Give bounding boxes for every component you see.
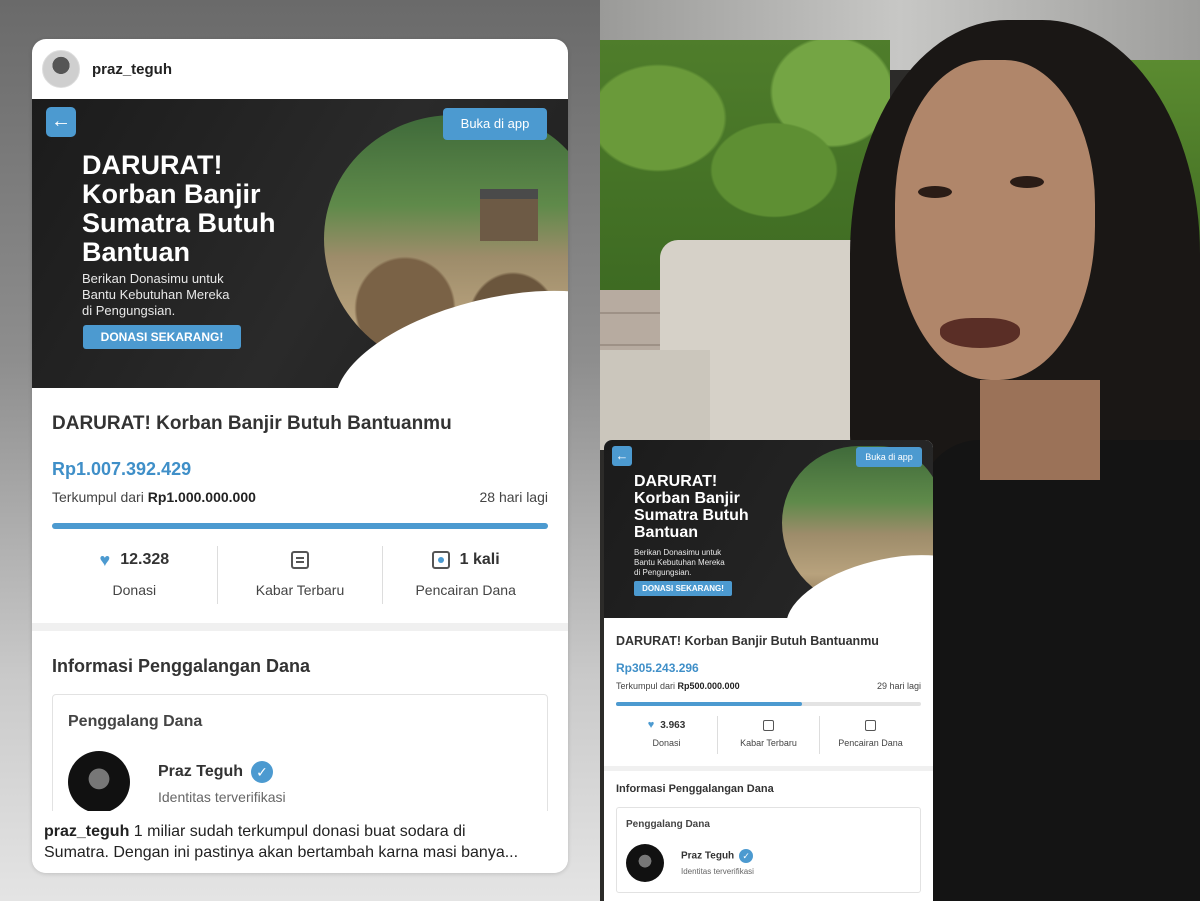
instagram-post-card: praz_teguh ← Buka di app DARURAT! Korban… [32, 39, 568, 873]
banner-subtitle: Berikan Donasimu untuk Bantu Kebutuhan M… [82, 271, 230, 318]
mini-organizer-status: Identitas terverifikasi [681, 867, 754, 876]
mini-raised-amount: Rp305.243.296 [616, 661, 699, 675]
mini-donate-now-button[interactable]: DONASI SEKARANG! [634, 581, 732, 596]
mini-verified-badge-icon: ✓ [739, 849, 754, 863]
mini-stat-withdrawals[interactable]: Pencairan Dana [820, 716, 921, 754]
section-divider [32, 623, 568, 631]
organizer-name-text: Praz Teguh [158, 763, 244, 781]
withdraw-count: 1 kali [459, 551, 500, 568]
target-amount: Terkumpul dari Rp1.000.000.000 [52, 489, 256, 505]
person-neck [980, 380, 1100, 480]
days-remaining: 28 hari lagi [479, 489, 549, 505]
heart-icon: ♥ [99, 549, 111, 570]
mini-open-in-app-button[interactable]: Buka di app [856, 447, 922, 467]
post-username[interactable]: praz_teguh [92, 61, 172, 78]
mini-stat-news[interactable]: Kabar Terbaru [718, 716, 820, 754]
campaign-banner: ← Buka di app DARURAT! Korban Banjir Sum… [32, 99, 568, 388]
mini-progress-fill [616, 702, 803, 706]
open-in-app-button[interactable]: Buka di app [443, 108, 547, 140]
withdraw-label: Pencairan Dana [415, 582, 516, 598]
target-prefix: Terkumpul dari [52, 489, 148, 505]
mini-organizer-avatar [626, 844, 664, 882]
target-value: Rp1.000.000.000 [147, 489, 256, 505]
mini-organizer-card[interactable]: Penggalang Dana Praz Teguh ✓ Identitas te… [616, 807, 921, 893]
mini-banner-headline: DARURAT! Korban Banjir Sumatra Butuh Ban… [634, 473, 749, 541]
raised-amount: Rp1.007.392.429 [52, 459, 192, 479]
verified-badge-icon: ✓ [251, 761, 274, 783]
mini-target-prefix: Terkumpul dari [616, 681, 678, 691]
mini-section-divider [604, 766, 933, 771]
banner-headline: DARURAT! Korban Banjir Sumatra Butuh Ban… [82, 150, 276, 267]
person-left-eye [918, 186, 952, 198]
organizer-name: Praz Teguh ✓ [158, 761, 274, 783]
organizer-status: Identitas terverifikasi [158, 789, 286, 805]
mini-back-arrow-icon[interactable]: ← [612, 446, 632, 466]
damaged-house-image [480, 189, 538, 241]
overlay-campaign-screenshot: ← Buka di app DARURAT! Korban Banjir Sum… [604, 440, 933, 901]
person-shirt [920, 440, 1200, 901]
donations-label: Donasi [112, 582, 157, 598]
withdraw-icon [431, 551, 450, 569]
mini-news-label: Kabar Terbaru [740, 738, 797, 748]
progress-fill [52, 523, 548, 529]
progress-bar [52, 523, 548, 529]
mini-progress-bar [616, 702, 921, 706]
mini-campaign-stats: ♥ 3.963 Donasi Kabar Terbaru Pencairan Da… [616, 716, 921, 754]
mini-donations-label: Donasi [652, 738, 681, 748]
organizer-label: Penggalang Dana [68, 713, 203, 730]
mini-stat-donations[interactable]: ♥ 3.963 Donasi [616, 716, 718, 754]
person-mouth [940, 318, 1020, 348]
fundraising-info-title: Informasi Penggalangan Dana [52, 656, 311, 676]
stat-news[interactable]: Kabar Terbaru [218, 546, 384, 604]
mini-organizer-name-text: Praz Teguh [681, 850, 735, 862]
donations-count: 12.328 [120, 551, 170, 568]
mini-fundraising-info-title: Informasi Penggalangan Dana [616, 783, 774, 795]
mini-campaign-title: DARURAT! Korban Banjir Butuh Bantuanmu [616, 634, 879, 648]
campaign-stats: ♥ 12.328 Donasi Kabar Terbaru 1 kali Penc… [52, 546, 548, 604]
donate-now-button[interactable]: DONASI SEKARANG! [83, 325, 241, 349]
back-arrow-icon[interactable]: ← [46, 107, 76, 137]
organizer-avatar [68, 751, 130, 813]
mini-target-amount: Terkumpul dari Rp500.000.000 [616, 681, 740, 691]
mini-target-value: Rp500.000.000 [677, 681, 740, 691]
mini-banner-subtitle: Berikan Donasimu untuk Bantu Kebutuhan M… [634, 548, 725, 577]
stat-donations[interactable]: ♥ 12.328 Donasi [52, 546, 218, 604]
post-header: praz_teguh [32, 39, 568, 99]
mini-campaign-banner: ← Buka di app DARURAT! Korban Banjir Sum… [604, 440, 933, 618]
post-caption[interactable]: praz_teguh 1 miliar sudah terkumpul dona… [32, 811, 568, 873]
mini-withdraw-icon [865, 719, 876, 731]
mini-heart-icon: ♥ [647, 719, 655, 731]
news-icon [291, 551, 309, 569]
mini-organizer-name: Praz Teguh ✓ [681, 849, 754, 863]
person-right-eye [1010, 176, 1044, 188]
mini-withdraw-label: Pencairan Dana [838, 738, 903, 748]
user-avatar[interactable] [42, 50, 80, 88]
caption-username[interactable]: praz_teguh [44, 823, 129, 840]
mini-news-icon [763, 719, 774, 731]
campaign-title: DARURAT! Korban Banjir Butuh Bantuanmu [52, 413, 452, 434]
sofa [600, 350, 710, 450]
mini-days-remaining: 29 hari lagi [876, 681, 921, 691]
mini-donations-count: 3.963 [660, 719, 686, 731]
news-label: Kabar Terbaru [255, 582, 345, 598]
mini-organizer-label: Penggalang Dana [626, 819, 710, 830]
stat-withdrawals[interactable]: 1 kali Pencairan Dana [383, 546, 548, 604]
